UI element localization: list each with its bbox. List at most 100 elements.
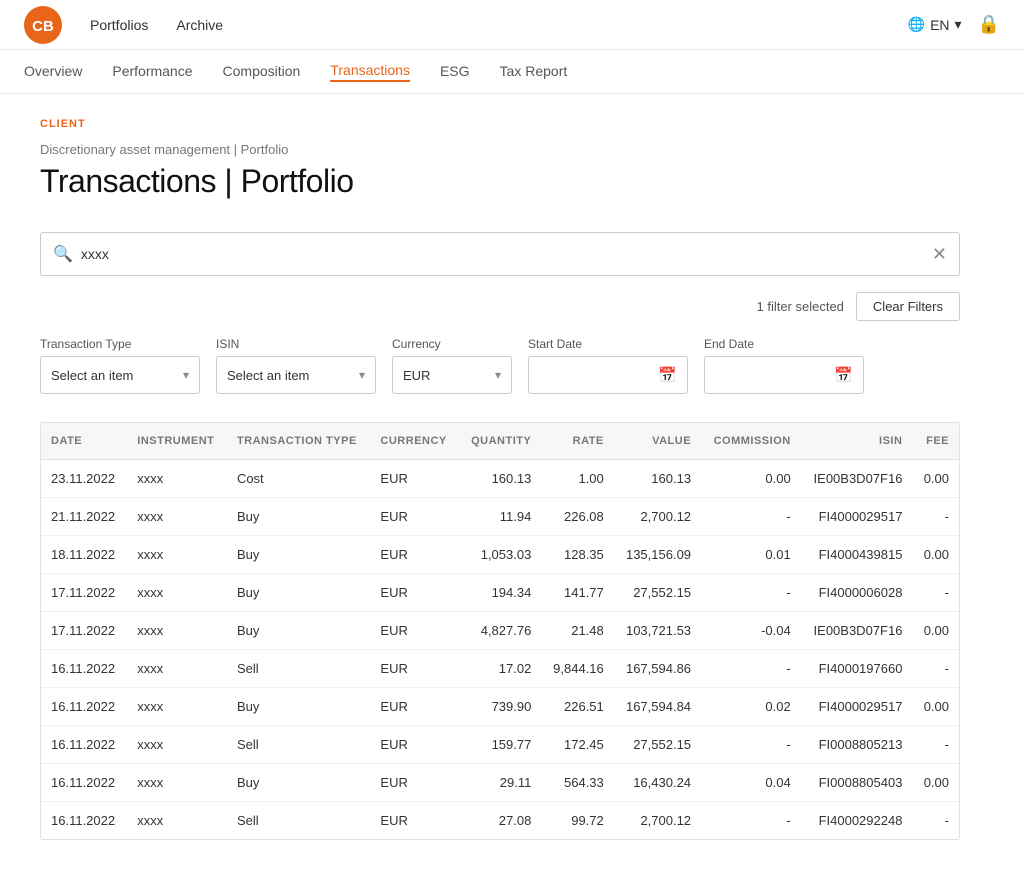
transactions-table: DATE INSTRUMENT TRANSACTION TYPE CURRENC… [41,423,959,839]
table-row: 16.11.2022xxxxBuyEUR739.90226.51167,594.… [41,688,959,726]
cell-quantity: 27.08 [459,802,541,840]
tab-tax-report[interactable]: Tax Report [500,63,568,81]
cell-rate: 226.08 [541,498,613,536]
table-body: 23.11.2022xxxxCostEUR160.131.00160.130.0… [41,460,959,840]
cell-commission: 0.04 [701,764,801,802]
cell-transaction-type: Buy [227,498,370,536]
cell-commission: - [701,498,801,536]
filters-row: Transaction Type Select an item ▾ ISIN S… [40,337,960,394]
cell-fee: - [912,650,959,688]
client-label: CLIENT [40,118,984,130]
chevron-down-icon: ▾ [955,16,962,33]
isin-select[interactable]: Select an item ▾ [216,356,376,394]
cell-date: 21.11.2022 [41,498,127,536]
cell-fee: 0.00 [912,536,959,574]
svg-text:CB: CB [32,18,54,35]
cell-value: 103,721.53 [614,612,701,650]
end-date-calendar-icon[interactable]: 📅 [834,366,853,384]
cell-rate: 9,844.16 [541,650,613,688]
cell-commission: -0.04 [701,612,801,650]
table-header-row: DATE INSTRUMENT TRANSACTION TYPE CURRENC… [41,423,959,460]
cell-value: 2,700.12 [614,498,701,536]
start-date-calendar-icon[interactable]: 📅 [658,366,677,384]
cell-date: 16.11.2022 [41,688,127,726]
cell-transaction-type: Buy [227,764,370,802]
cell-rate: 99.72 [541,802,613,840]
cell-quantity: 160.13 [459,460,541,498]
cell-rate: 1.00 [541,460,613,498]
tab-esg[interactable]: ESG [440,63,470,81]
clear-search-icon[interactable]: ✕ [932,244,947,265]
cell-currency: EUR [370,650,459,688]
cell-date: 23.11.2022 [41,460,127,498]
cell-instrument: xxxx [127,460,227,498]
nav-archive[interactable]: Archive [176,17,223,33]
cell-transaction-type: Sell [227,726,370,764]
table-row: 18.11.2022xxxxBuyEUR1,053.03128.35135,15… [41,536,959,574]
cell-currency: EUR [370,498,459,536]
col-instrument: INSTRUMENT [127,423,227,460]
col-rate: RATE [541,423,613,460]
transaction-type-select[interactable]: Select an item ▾ [40,356,200,394]
cell-isin: FI4000029517 [801,498,913,536]
tab-composition[interactable]: Composition [223,63,301,81]
cell-value: 27,552.15 [614,574,701,612]
clear-filters-button[interactable]: Clear Filters [856,292,960,321]
cell-commission: - [701,802,801,840]
cell-transaction-type: Sell [227,802,370,840]
cell-date: 16.11.2022 [41,802,127,840]
language-selector[interactable]: 🌐 EN ▾ [908,16,962,33]
cell-isin: FI4000439815 [801,536,913,574]
cell-instrument: xxxx [127,726,227,764]
cell-isin: FI4000197660 [801,650,913,688]
table-row: 16.11.2022xxxxBuyEUR29.11564.3316,430.24… [41,764,959,802]
cell-currency: EUR [370,802,459,840]
col-date: DATE [41,423,127,460]
nav-portfolios[interactable]: Portfolios [90,17,148,33]
cell-rate: 141.77 [541,574,613,612]
filter-info: 1 filter selected [756,299,843,314]
cell-transaction-type: Buy [227,612,370,650]
cell-fee: - [912,802,959,840]
cell-currency: EUR [370,574,459,612]
cell-instrument: xxxx [127,536,227,574]
cell-date: 16.11.2022 [41,650,127,688]
cell-instrument: xxxx [127,802,227,840]
isin-chevron: ▾ [359,368,365,382]
cell-transaction-type: Cost [227,460,370,498]
table-row: 21.11.2022xxxxBuyEUR11.94226.082,700.12-… [41,498,959,536]
cell-fee: 0.00 [912,764,959,802]
cell-value: 135,156.09 [614,536,701,574]
tab-transactions[interactable]: Transactions [330,62,410,82]
table-row: 16.11.2022xxxxSellEUR27.0899.722,700.12-… [41,802,959,840]
cell-rate: 21.48 [541,612,613,650]
cell-value: 27,552.15 [614,726,701,764]
cell-quantity: 159.77 [459,726,541,764]
filter-bar: 1 filter selected Clear Filters [40,292,960,321]
cell-value: 167,594.84 [614,688,701,726]
cell-quantity: 4,827.76 [459,612,541,650]
col-quantity: QUANTITY [459,423,541,460]
top-navigation: CB Portfolios Archive 🌐 EN ▾ 🔒 [0,0,1024,50]
tab-overview[interactable]: Overview [24,63,82,81]
search-bar: 🔍 ✕ [40,232,960,276]
end-date-label: End Date [704,337,864,351]
search-input[interactable] [81,246,932,262]
main-content: CLIENT Discretionary asset management | … [0,94,1024,864]
currency-select[interactable]: EUR ▾ [392,356,512,394]
table-row: 17.11.2022xxxxBuyEUR4,827.7621.48103,721… [41,612,959,650]
cell-currency: EUR [370,460,459,498]
tab-performance[interactable]: Performance [112,63,192,81]
start-date-input[interactable]: 📅 [528,356,688,394]
lock-icon[interactable]: 🔒 [978,14,1000,35]
cell-fee: - [912,498,959,536]
cell-value: 16,430.24 [614,764,701,802]
cell-isin: FI4000029517 [801,688,913,726]
cell-value: 167,594.86 [614,650,701,688]
cell-currency: EUR [370,726,459,764]
cell-date: 18.11.2022 [41,536,127,574]
cell-currency: EUR [370,688,459,726]
app-logo[interactable]: CB [24,6,62,44]
cell-fee: - [912,574,959,612]
end-date-input[interactable]: 📅 [704,356,864,394]
